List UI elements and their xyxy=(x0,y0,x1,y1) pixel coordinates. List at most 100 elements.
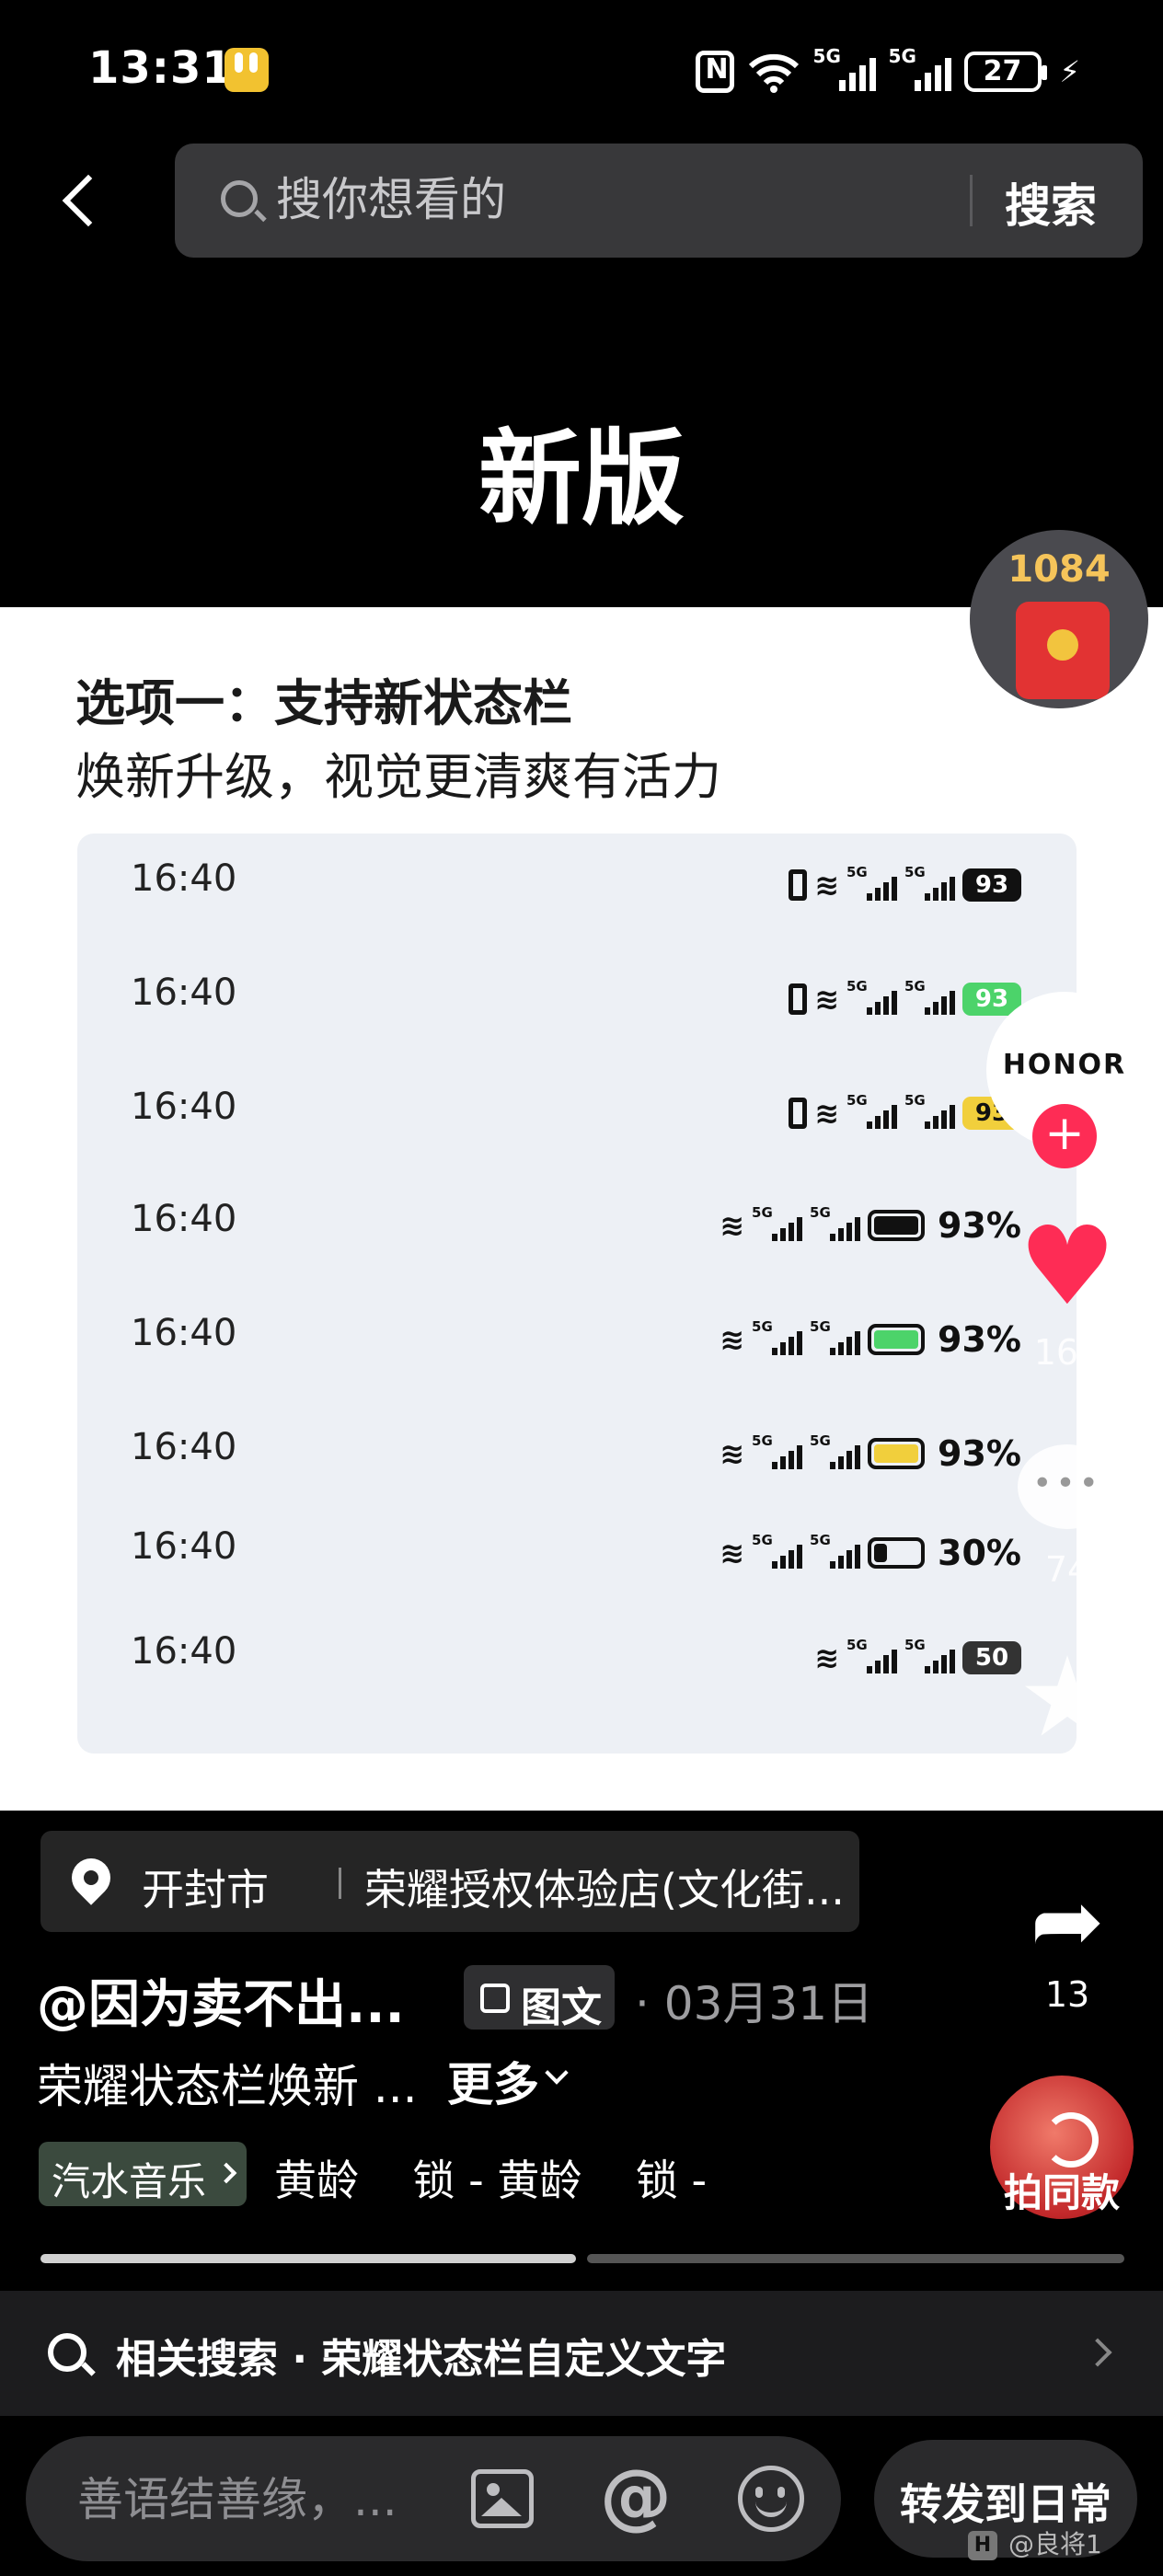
status-time: 13:31 xyxy=(88,42,234,94)
search-input[interactable] xyxy=(276,167,846,232)
preview-signal-icon: 5G xyxy=(752,1204,803,1241)
star-icon[interactable]: ★ xyxy=(1012,1643,1123,1754)
preview-signal-icon: 5G xyxy=(810,1204,861,1241)
preview-battery-percent: 93% xyxy=(938,1433,1021,1474)
signal-1-icon: 5G xyxy=(813,45,876,91)
follow-button[interactable]: + xyxy=(1032,1104,1097,1168)
image-text-icon xyxy=(480,1984,510,2013)
preview-row: 16:40 ≋ 5G 5G 30% xyxy=(77,1509,1077,1601)
location-separator xyxy=(339,1868,341,1899)
comment-icon[interactable] xyxy=(1018,1444,1117,1529)
back-button[interactable] xyxy=(57,169,103,234)
preview-signal-icon: 5G xyxy=(904,978,955,1015)
chevron-down-icon xyxy=(545,2061,569,2085)
search-divider xyxy=(970,175,973,226)
preview-time: 16:40 xyxy=(131,857,237,900)
preview-status-icons: ≋ 5G 5G 30% xyxy=(720,1529,1021,1577)
related-search-label: 相关搜索 · 荣耀状态栏自定义文字 xyxy=(116,2336,727,2383)
preview-signal-icon: 5G xyxy=(846,1092,897,1129)
search-icon xyxy=(48,2333,86,2372)
preview-signal-icon: 5G xyxy=(846,1637,897,1673)
heart-icon[interactable]: ♥ xyxy=(1012,1211,1123,1321)
preview-vibrate-icon xyxy=(789,869,808,901)
preview-row: 16:40 ≋ 5G 5G 93 xyxy=(77,841,1077,933)
preview-battery-badge: 93 xyxy=(962,868,1021,902)
option-subtitle: 焕新升级，视觉更清爽有活力 xyxy=(75,748,721,806)
wifi-icon xyxy=(748,53,799,93)
preview-time: 16:40 xyxy=(131,972,237,1014)
preview-battery-percent: 93% xyxy=(938,1205,1021,1246)
signal-2-icon: 5G xyxy=(889,45,951,91)
author-name[interactable]: @因为卖不出... xyxy=(37,1963,405,2038)
more-button[interactable]: 更多 xyxy=(447,2048,539,2114)
preview-signal-icon: 5G xyxy=(752,1532,803,1569)
preview-signal-icon: 5G xyxy=(846,978,897,1015)
avatar-text: HONOR xyxy=(1002,1049,1127,1081)
preview-status-icons: ≋ 5G 5G 93 xyxy=(789,975,1021,1023)
preview-row: 16:40 ≋ 5G 5G 93 xyxy=(77,955,1077,1047)
battery-icon: 27 xyxy=(963,52,1047,92)
post-type-label: 图文 xyxy=(521,1984,602,2031)
preview-row: 16:40 ≋ 5G 5G 93% xyxy=(77,1181,1077,1273)
search-button[interactable]: 搜索 xyxy=(1005,169,1097,236)
progress-segment-active xyxy=(40,2254,576,2263)
watermark-text: @良将1 xyxy=(1008,2529,1102,2559)
post-date: · 03月31日 xyxy=(635,1977,874,2030)
preview-wifi-icon: ≋ xyxy=(814,1640,839,1675)
status-icons: 5G 5G 27 ⚡ xyxy=(695,45,1080,98)
preview-signal-icon: 5G xyxy=(810,1318,861,1355)
location-chip[interactable]: 开封市 荣耀授权体验店(文化街... xyxy=(40,1831,859,1932)
like-count: 165 xyxy=(1033,1332,1101,1373)
option-title: 选项一：支持新状态栏 xyxy=(75,674,572,732)
preview-battery-bar xyxy=(868,1324,926,1355)
preview-status-icons: ≋ 5G 5G 93% xyxy=(720,1202,1021,1249)
watermark: H @良将1 xyxy=(968,2524,1102,2561)
search-bar[interactable]: 搜索 xyxy=(175,144,1143,258)
location-pin-icon xyxy=(63,1850,119,1905)
statusbar-preview-panel: 16:40 ≋ 5G 5G 93 16:40 ≋ 5G 5G 93 16:40 ≋ 5G 5G 93 16:4… xyxy=(77,834,1077,1754)
preview-signal-icon: 5G xyxy=(810,1532,861,1569)
favorite-count: 11 xyxy=(1044,1766,1090,1807)
preview-row: 16:40 ≋ 5G 5G 50 xyxy=(77,1614,1077,1706)
preview-time: 16:40 xyxy=(131,1630,237,1673)
preview-battery-bar xyxy=(868,1210,926,1241)
comment-box[interactable]: @ xyxy=(26,2436,841,2561)
preview-row: 16:40 ≋ 5G 5G 93 xyxy=(77,1069,1077,1161)
comment-count: 74 xyxy=(1044,1549,1090,1590)
image-icon[interactable] xyxy=(471,2469,534,2528)
red-packet-count: 1084 xyxy=(1008,548,1111,591)
comment-input[interactable] xyxy=(77,2467,427,2532)
preview-wifi-icon: ≋ xyxy=(720,1535,745,1570)
preview-signal-icon: 5G xyxy=(904,1637,955,1673)
preview-row: 16:40 ≋ 5G 5G 93% xyxy=(77,1295,1077,1387)
preview-vibrate-icon xyxy=(789,1098,808,1129)
share-icon[interactable]: ➦ xyxy=(1014,1877,1121,1965)
progress-segment xyxy=(587,2254,1124,2263)
post-image[interactable]: 选项一：支持新状态栏 焕新升级，视觉更清爽有活力 16:40 ≋ 5G 5G 93 16:… xyxy=(0,607,1163,1811)
signal-1-label: 5G xyxy=(812,45,841,67)
music-tag[interactable]: 汽水音乐 xyxy=(39,2142,247,2206)
at-mention-icon[interactable]: @ xyxy=(600,2458,672,2536)
chevron-right-icon xyxy=(215,2162,237,2184)
music-title[interactable]: 黄龄 锁 - 黄龄 锁 - xyxy=(274,2147,707,2208)
preview-wifi-icon: ≋ xyxy=(814,982,839,1017)
preview-battery-bar xyxy=(868,1438,926,1469)
preview-time: 16:40 xyxy=(131,1525,237,1568)
preview-time: 16:40 xyxy=(131,1312,237,1354)
music-tag-label: 汽水音乐 xyxy=(52,2159,207,2204)
charging-bolt-icon: ⚡ xyxy=(1059,54,1080,89)
image-title: 新版 xyxy=(478,420,685,539)
preview-signal-icon: 5G xyxy=(752,1318,803,1355)
preview-time: 16:40 xyxy=(131,1086,237,1128)
preview-signal-icon: 5G xyxy=(810,1432,861,1469)
preview-wifi-icon: ≋ xyxy=(814,868,839,903)
related-search-bar[interactable]: 相关搜索 · 荣耀状态栏自定义文字 xyxy=(0,2291,1163,2416)
preview-wifi-icon: ≋ xyxy=(720,1436,745,1471)
signal-2-label: 5G xyxy=(888,45,916,67)
preview-status-icons: ≋ 5G 5G 93% xyxy=(720,1430,1021,1478)
preview-status-icons: ≋ 5G 5G 93 xyxy=(789,861,1021,909)
emoji-icon[interactable] xyxy=(738,2466,804,2532)
watermark-logo: H xyxy=(968,2531,997,2560)
red-packet-button[interactable]: 1084 xyxy=(970,530,1148,708)
share-count: 13 xyxy=(1044,1974,1090,2015)
